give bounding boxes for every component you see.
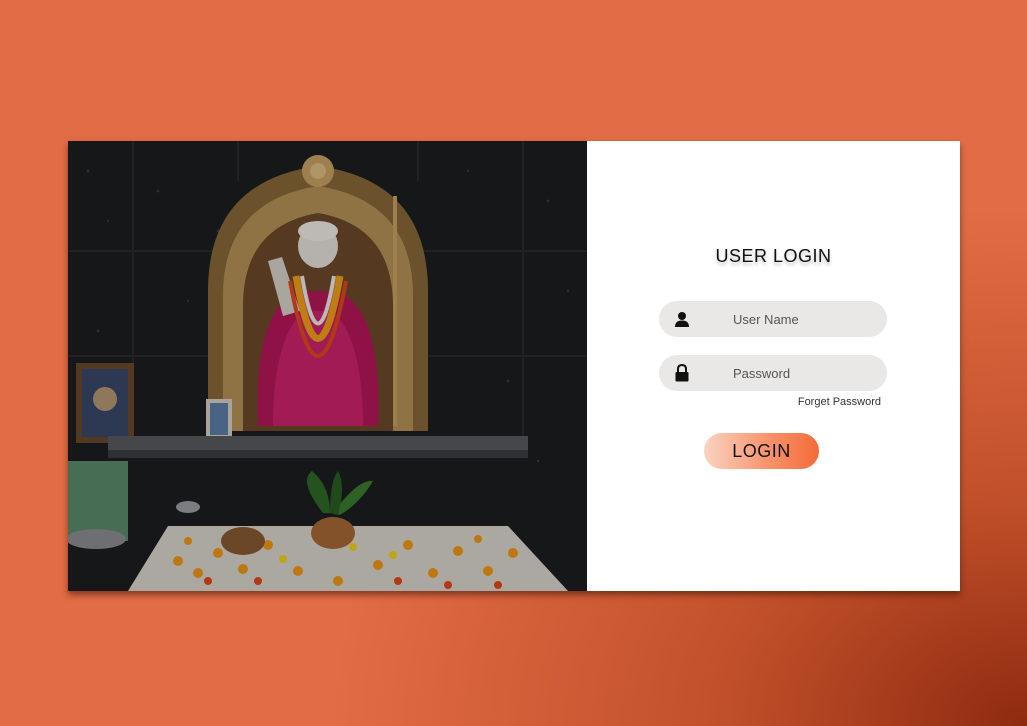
user-icon: [659, 311, 705, 328]
username-input[interactable]: [705, 311, 875, 327]
forgot-password-link[interactable]: Forget Password: [798, 396, 881, 408]
lock-icon: [659, 364, 705, 382]
password-field[interactable]: [659, 355, 887, 391]
password-input[interactable]: [705, 365, 875, 381]
temple-shrine-image: [68, 141, 587, 591]
login-title: USER LOGIN: [715, 246, 832, 266]
login-button[interactable]: LOGIN: [704, 433, 819, 469]
login-form: USER LOGIN Forget Password LOGIN: [587, 141, 960, 591]
login-card: USER LOGIN Forget Password LOGIN: [68, 141, 960, 591]
username-field[interactable]: [659, 301, 887, 337]
temple-photo: [68, 141, 587, 591]
